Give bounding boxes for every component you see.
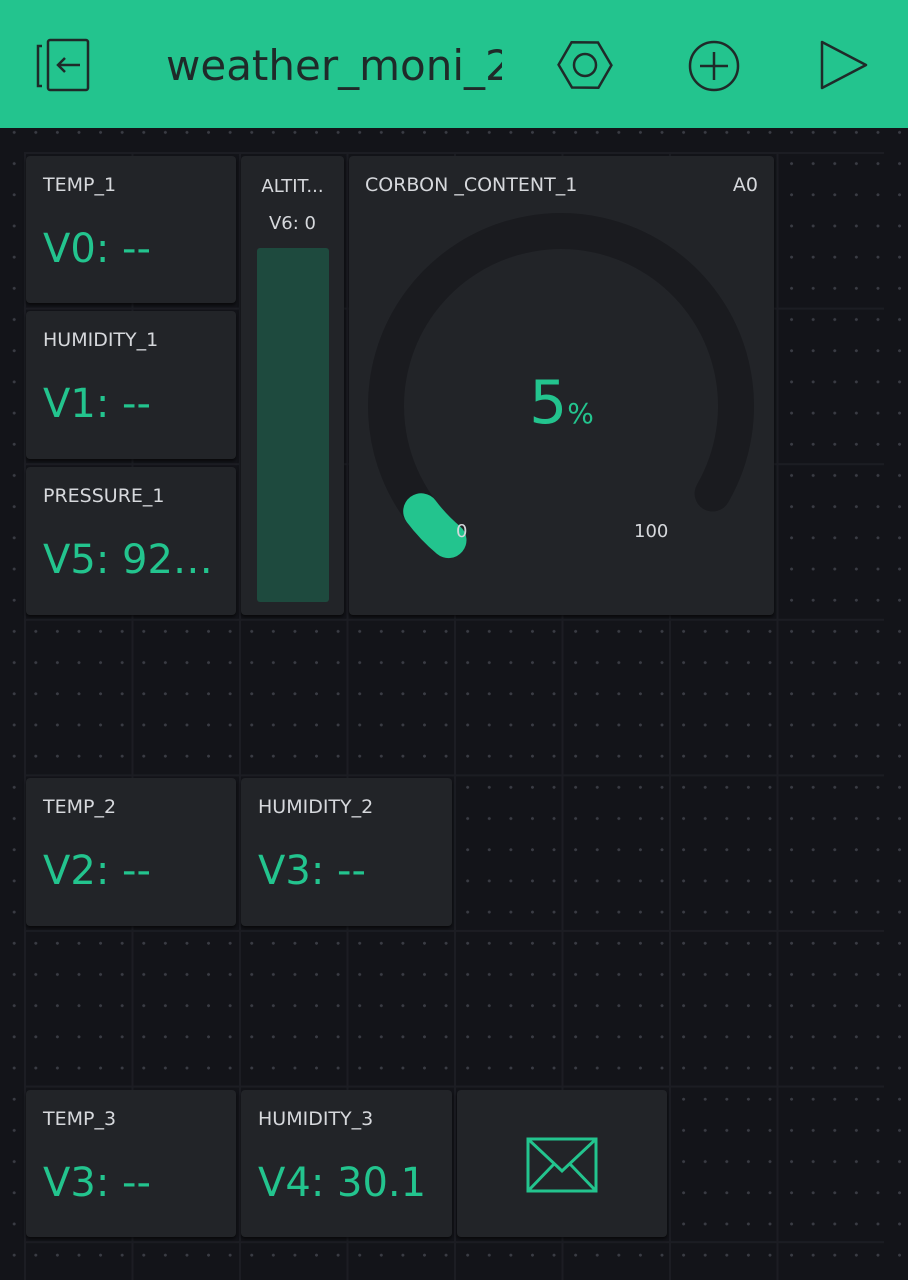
gauge-value: 5% (529, 368, 594, 438)
gauge-fill (403, 493, 467, 559)
carbon-gauge-widget[interactable]: CORBON _CONTENT_1 A0 5% 0 100 (349, 156, 774, 615)
temp2-widget[interactable]: TEMP_2 V2: -- (26, 778, 236, 926)
widget-value: V3: -- (43, 1160, 151, 1206)
play-icon[interactable] (818, 38, 870, 92)
widget-label: TEMP_3 (43, 1108, 117, 1130)
widget-label: TEMP_1 (43, 174, 117, 196)
widget-label: ALTIT... (261, 176, 324, 197)
temp1-widget[interactable]: TEMP_1 V0: -- (26, 156, 236, 303)
altitude-level-widget[interactable]: ALTIT... V6: 0 (241, 156, 344, 615)
humidity1-widget[interactable]: HUMIDITY_1 V1: -- (26, 311, 236, 459)
temp3-widget[interactable]: TEMP_3 V3: -- (26, 1090, 236, 1237)
top-bar: weather_moni_202 (0, 0, 908, 128)
widget-label: TEMP_2 (43, 796, 117, 818)
gauge-max-label: 100 (634, 521, 669, 542)
humidity2-widget[interactable]: HUMIDITY_2 V3: -- (241, 778, 452, 926)
humidity3-widget[interactable]: HUMIDITY_3 V4: 30.1 (241, 1090, 452, 1237)
widget-value: V0: -- (43, 226, 151, 272)
gauge-min-label: 0 (456, 521, 468, 542)
widget-value: V4: 30.1 (258, 1160, 427, 1206)
widget-label: PRESSURE_1 (43, 485, 165, 507)
widget-label: HUMIDITY_3 (258, 1108, 374, 1130)
envelope-icon (526, 1137, 598, 1193)
widget-value: V3: -- (258, 848, 366, 894)
level-bar (257, 248, 329, 602)
level-pin-value: V6: 0 (268, 213, 316, 234)
email-widget[interactable] (457, 1090, 667, 1237)
widget-value: V1: -- (43, 381, 151, 427)
plus-circle-icon[interactable] (686, 38, 742, 94)
exit-icon[interactable] (36, 38, 94, 92)
widget-value: V5: 920... (43, 537, 223, 583)
hexagon-settings-icon[interactable] (556, 36, 614, 94)
pressure1-widget[interactable]: PRESSURE_1 V5: 920... (26, 467, 236, 615)
widget-label: HUMIDITY_2 (258, 796, 374, 818)
widget-label: HUMIDITY_1 (43, 329, 159, 351)
project-title: weather_moni_202 (166, 41, 502, 90)
widget-value: V2: -- (43, 848, 151, 894)
